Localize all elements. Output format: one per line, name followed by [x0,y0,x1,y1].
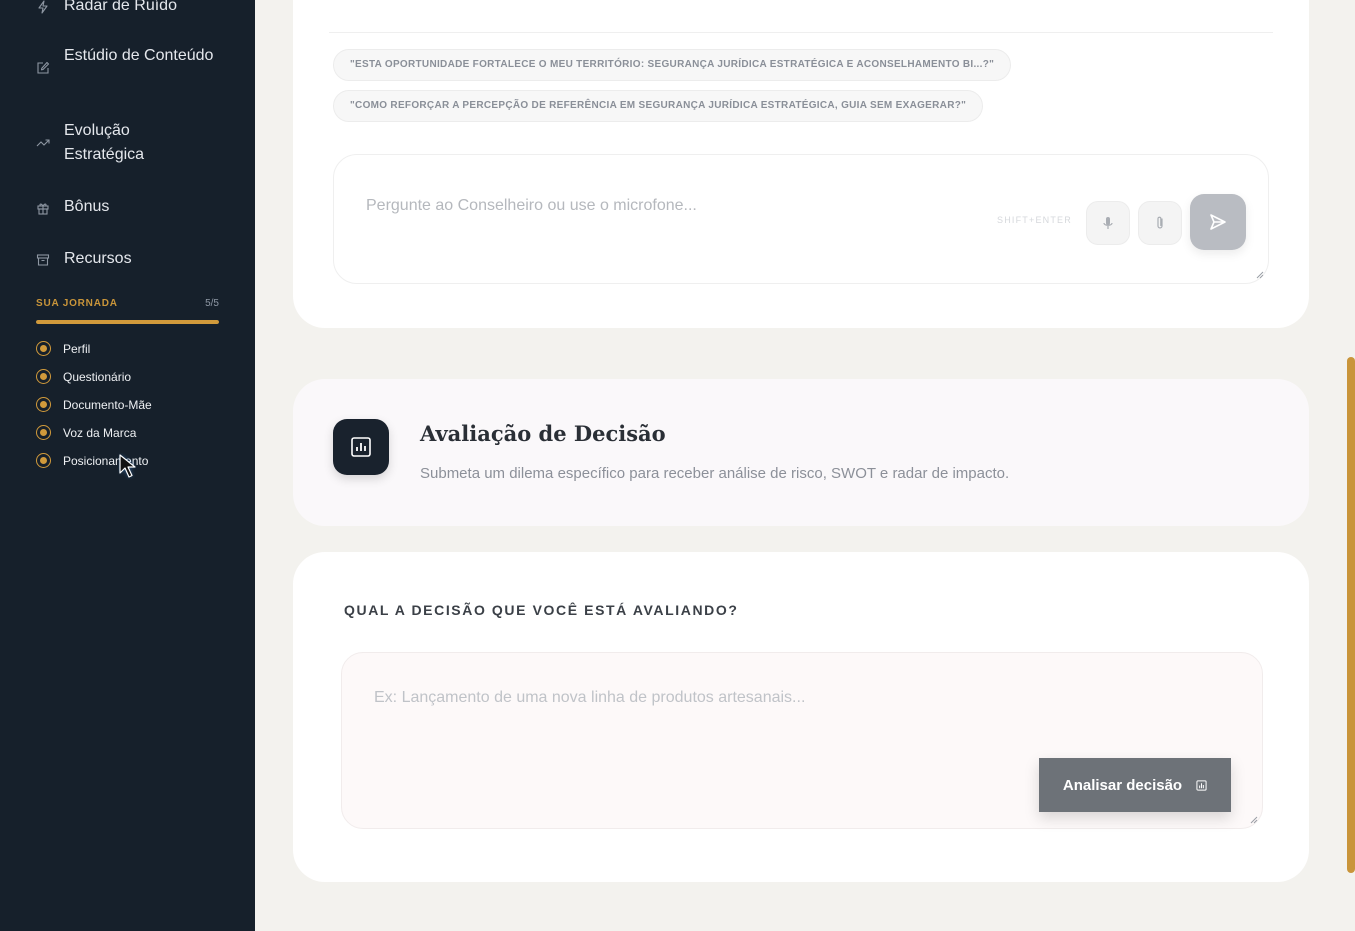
gift-icon [36,201,50,215]
suggestion-chip[interactable]: "COMO REFORÇAR A PERCEPÇÃO DE REFERÊNCIA… [333,90,984,122]
send-button[interactable] [1190,194,1246,250]
shortcut-hint: SHIFT+ENTER [997,215,1072,225]
journey-progress-bar [36,320,219,324]
archive-icon [36,253,50,267]
section-title: Avaliação de Decisão [420,421,666,446]
journey-item-label: Documento-Mãe [63,397,152,412]
mouse-cursor-icon [119,454,136,478]
trend-up-icon [36,136,50,150]
journey-item-label: Questionário [63,369,132,384]
nav-item-recursos[interactable]: Recursos [36,247,214,271]
nav-label: Bônus [64,198,110,215]
chat-message-input[interactable]: Pergunte ao Conselheiro ou use o microfo… [333,154,1269,284]
journey-item-label: Voz da Marca [63,425,137,440]
nav-item-estudio-de-conteudo[interactable]: Estúdio de Conteúdo [36,44,214,75]
decision-placeholder: Ex: Lançamento de uma nova linha de prod… [374,689,806,706]
check-dot-icon [36,369,51,384]
page-scrollbar[interactable] [1347,357,1355,873]
journey-count: 5/5 [205,298,219,309]
decision-textarea[interactable]: Ex: Lançamento de uma nova linha de prod… [341,652,1263,829]
check-dot-icon [36,397,51,412]
journey-item-questionario[interactable]: Questionário [36,369,131,384]
decision-question-label: QUAL A DECISÃO QUE VOCÊ ESTÁ AVALIANDO? [344,602,739,618]
journey-title: SUA JORNADA [36,298,118,309]
section-subtitle: Submeta um dilema específico para recebe… [420,465,1010,482]
journey-item-voz-da-marca[interactable]: Voz da Marca [36,425,136,440]
nav-item-evolucao-estrategica[interactable]: Evolução Estratégica [36,119,214,167]
journey-item-label: Perfil [63,341,91,356]
resize-handle-icon[interactable] [1250,816,1258,824]
resize-handle-icon[interactable] [1256,271,1264,279]
decision-evaluation-card: Avaliação de Decisão Submeta um dilema e… [293,379,1309,526]
nav-label: Recursos [64,250,132,267]
nav-label: Evolução Estratégica [64,122,145,163]
decision-form-card: QUAL A DECISÃO QUE VOCÊ ESTÁ AVALIANDO? … [293,552,1309,882]
sidebar: Radar de Ruído Estúdio de Conteúdo Evolu… [0,0,255,931]
nav-label: Estúdio de Conteúdo [64,47,214,64]
check-dot-icon [36,341,51,356]
attach-button[interactable] [1138,201,1182,245]
nav-item-bonus[interactable]: Bônus [36,195,214,219]
journey-item-documento-mae[interactable]: Documento-Mãe [36,397,152,412]
microphone-button[interactable] [1086,201,1130,245]
analyze-button-label: Analisar decisão [1062,776,1183,794]
chart-icon [1196,779,1207,791]
microphone-icon [1103,217,1113,229]
journey-item-perfil[interactable]: Perfil [36,341,90,356]
nav-item-radar-de-ruido[interactable]: Radar de Ruído [36,0,214,18]
lightning-icon [36,0,50,14]
analyze-decision-button[interactable]: Analisar decisão [1039,758,1231,812]
journey-progress-fill [36,320,219,324]
paperclip-icon [1157,216,1163,229]
chart-icon [333,419,389,475]
check-dot-icon [36,425,51,440]
edit-icon [36,61,50,75]
send-icon [1210,214,1226,230]
chat-input-placeholder: Pergunte ao Conselheiro ou use o microfo… [366,197,697,214]
advisor-chat-card: "ESTA OPORTUNIDADE FORTALECE O MEU TERRI… [293,0,1309,328]
divider [329,32,1273,33]
suggestion-chip[interactable]: "ESTA OPORTUNIDADE FORTALECE O MEU TERRI… [333,49,1012,81]
check-dot-icon [36,453,51,468]
nav-label: Radar de Ruído [64,0,177,14]
journey-header: SUA JORNADA 5/5 [36,298,219,309]
